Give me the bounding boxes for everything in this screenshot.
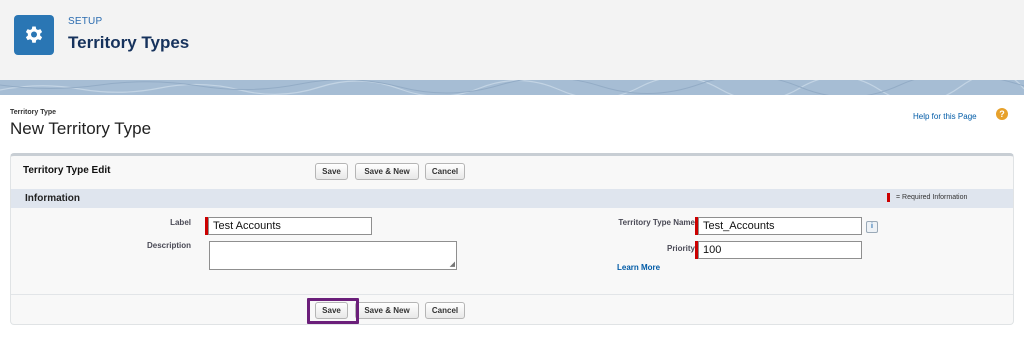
type-name-input[interactable] — [698, 217, 862, 235]
divider — [11, 294, 1013, 295]
description-textarea[interactable]: ◢ — [209, 241, 457, 270]
resize-handle-icon[interactable]: ◢ — [450, 261, 455, 268]
section-title: Information — [25, 193, 80, 204]
cancel-button-top[interactable]: Cancel — [425, 163, 465, 180]
setup-header: SETUP Territory Types — [0, 0, 1024, 80]
page-header-title: Territory Types — [68, 33, 190, 52]
type-name-field-label: Territory Type Name — [618, 218, 695, 227]
section-header: Information = Required Information — [11, 189, 1013, 208]
description-field-label: Description — [146, 241, 191, 250]
priority-input[interactable] — [698, 241, 862, 259]
save-button-top[interactable]: Save — [315, 163, 348, 180]
label-input[interactable] — [208, 217, 372, 235]
page-content: Territory Type New Territory Type Help f… — [0, 95, 1024, 352]
question-icon[interactable]: ? — [996, 108, 1008, 120]
header-decoration — [0, 80, 1024, 95]
help-link[interactable]: Help for this Page — [913, 112, 977, 121]
required-legend: = Required Information — [896, 194, 968, 201]
page-title: New Territory Type — [10, 119, 152, 138]
label-field-label: Label — [170, 218, 191, 227]
info-icon[interactable]: i — [866, 221, 878, 233]
page-type-label: Territory Type — [10, 109, 57, 116]
edit-block: Territory Type Edit Save Save & New Canc… — [10, 153, 1014, 325]
required-indicator — [887, 193, 890, 202]
setup-eyebrow: SETUP — [68, 16, 103, 27]
block-title: Territory Type Edit — [23, 165, 111, 176]
save-button-highlight — [307, 298, 359, 324]
priority-field-label: Priority — [666, 244, 695, 253]
gear-icon — [14, 15, 54, 55]
save-new-button-top[interactable]: Save & New — [355, 163, 419, 180]
cancel-button[interactable]: Cancel — [425, 302, 465, 319]
save-new-button[interactable]: Save & New — [355, 302, 419, 319]
learn-more-link[interactable]: Learn More — [617, 263, 660, 272]
